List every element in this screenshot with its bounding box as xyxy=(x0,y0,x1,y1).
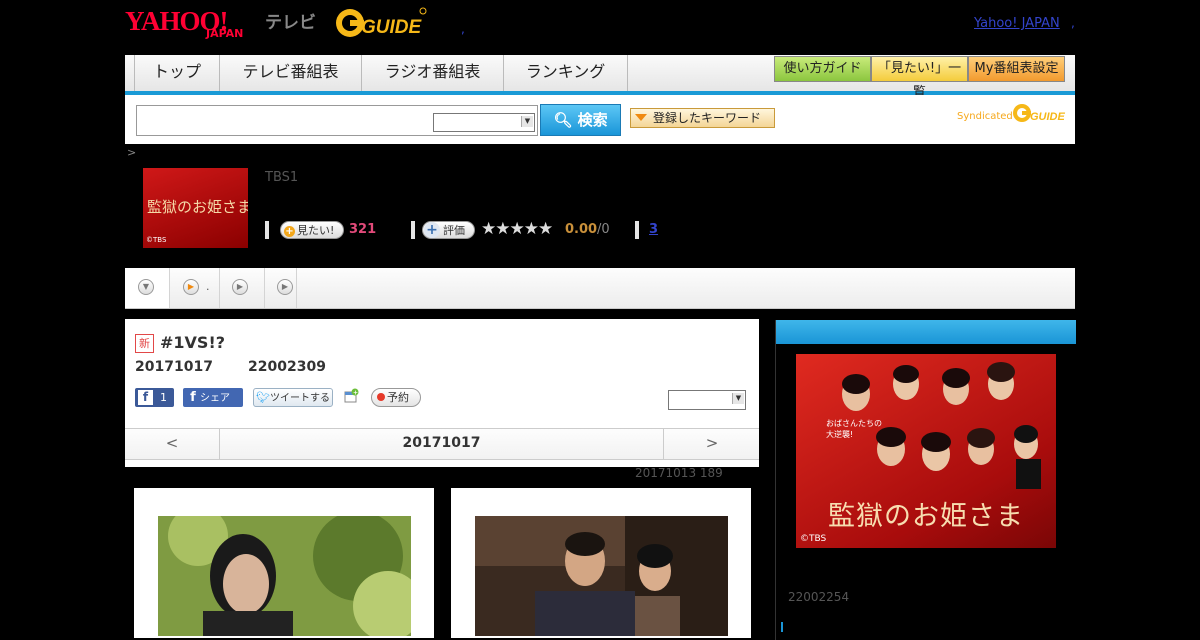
program-thumbnail[interactable]: 監獄のお姫さま ©TBS xyxy=(143,168,248,248)
episode-nav: < 20171017 > xyxy=(125,428,759,460)
plus-icon: + xyxy=(284,226,295,237)
divider xyxy=(635,221,639,239)
poster-slogan: おばさんたちの 大逆襲! xyxy=(826,419,882,439)
episode-photo-1 xyxy=(158,516,411,636)
yahoo-japan-link[interactable]: Yahoo! JAPAN xyxy=(974,16,1060,31)
station-name: TBS1 xyxy=(265,170,299,185)
main-navbar: トップ テレビ番組表 ラジオ番組表 ランキング 使い方ガイド 「見たい!」一覧 … xyxy=(125,55,1075,100)
search-category-select[interactable]: ▼ xyxy=(433,113,535,132)
chevron-down-icon: ▼ xyxy=(521,116,533,127)
tab-2[interactable]: ▶ . xyxy=(170,268,220,308)
search-bar: ▼ 🔍︎ 検索 登録したキーワード Syndicated GUIDE xyxy=(125,95,1075,144)
twitter-bird-icon: 🐦︎ xyxy=(256,391,270,404)
svg-text:GUIDE: GUIDE xyxy=(1030,111,1066,123)
chevron-down-icon: ▼ xyxy=(732,393,744,404)
photo-card-1[interactable] xyxy=(134,488,434,638)
header-separator-2: , xyxy=(1071,16,1075,30)
want-label: 見たい! xyxy=(297,224,335,237)
program-poster[interactable]: おばさんたちの 大逆襲! 監獄のお姫さま ©TBS xyxy=(796,354,1056,548)
search-button[interactable]: 🔍︎ 検索 xyxy=(540,104,621,136)
want-to-watch-button[interactable]: + 見たい! xyxy=(280,221,344,239)
header-separator: , xyxy=(461,22,465,36)
usage-guide-button[interactable]: 使い方ガイド xyxy=(774,56,871,82)
rate-label: 評価 xyxy=(443,224,465,237)
divider xyxy=(265,221,269,239)
search-icon: 🔍︎ xyxy=(553,111,573,129)
facebook-share-button[interactable]: f シェア xyxy=(183,388,243,407)
new-badge: 新 xyxy=(135,334,154,353)
next-episode-button[interactable]: > xyxy=(663,429,760,459)
triangle-down-icon xyxy=(635,114,647,121)
record-icon xyxy=(377,393,385,401)
thumbnail-copyright: ©TBS xyxy=(146,236,167,244)
nav-item-radio-listings[interactable]: ラジオ番組表 xyxy=(362,55,504,91)
registered-keywords-label: 登録したキーワード xyxy=(653,111,762,125)
play-icon: ▶ xyxy=(277,279,293,295)
svg-text:+: + xyxy=(353,390,358,397)
want-count: 321 xyxy=(349,222,377,237)
tab-3[interactable]: ▶ xyxy=(220,268,265,308)
play-icon: ▶ xyxy=(183,279,199,295)
sidebar-header xyxy=(776,320,1076,344)
facebook-like-count: 1 xyxy=(160,391,167,404)
episode-nav-date: 20171017 xyxy=(402,435,481,451)
navbar-left-edge xyxy=(125,55,135,91)
sidebar-accent xyxy=(781,622,783,632)
tab-2-label: . xyxy=(206,280,210,293)
registered-keywords-button[interactable]: 登録したキーワード xyxy=(630,108,775,128)
episode-card: 新 #1VS!? 20171017 22002309 f1 f シェア 🐦︎ツイー… xyxy=(125,319,759,467)
facebook-like-button[interactable]: f1 xyxy=(135,388,174,407)
review-count-link[interactable]: 3 xyxy=(649,222,658,237)
my-listings-settings-button[interactable]: My番組表設定 xyxy=(968,56,1065,82)
facebook-icon: f xyxy=(190,390,196,405)
episode-date: 20171017 xyxy=(135,359,213,375)
updated-info: 20171013 189 xyxy=(635,466,723,480)
chevron-down-icon: ▼ xyxy=(138,279,154,295)
poster-copyright: ©TBS xyxy=(800,534,827,544)
nav-item-tv-listings[interactable]: テレビ番組表 xyxy=(220,55,362,91)
search-button-label: 検索 xyxy=(577,111,608,129)
tv-logo-text[interactable]: テレビ xyxy=(265,8,316,33)
svg-text:GUIDE: GUIDE xyxy=(361,17,423,38)
photo-card-2[interactable] xyxy=(451,488,751,638)
plus-icon: + xyxy=(424,222,440,238)
episode-photo-2 xyxy=(475,516,728,636)
previous-episode-button[interactable]: < xyxy=(125,429,220,459)
thumbnail-title-text: 監獄のお姫さま xyxy=(147,198,248,216)
rating-count: /0 xyxy=(597,222,610,237)
facebook-share-label: シェア xyxy=(200,393,230,404)
rate-button[interactable]: + 評価 xyxy=(422,221,475,239)
want-list-button[interactable]: 「見たい!」一覧 xyxy=(871,56,968,100)
play-icon: ▶ xyxy=(232,279,248,295)
tweet-button[interactable]: 🐦︎ツイートする xyxy=(253,388,333,407)
add-to-calendar-icon[interactable]: + xyxy=(344,388,359,403)
reserve-label: 予約 xyxy=(387,391,409,404)
rating-score: 0.00 xyxy=(565,222,598,237)
tweet-label: ツイートする xyxy=(269,393,330,404)
sidebar: おばさんたちの 大逆襲! 監獄のお姫さま ©TBS 22002254 xyxy=(775,320,1076,640)
nav-item-ranking[interactable]: ランキング xyxy=(504,55,628,91)
yahoo-japan-subtext: JAPAN xyxy=(206,27,244,40)
rating-stars: ★★★★★ xyxy=(481,219,553,239)
reserve-button[interactable]: 予約 xyxy=(371,388,421,407)
program-tabs: ▼ ▶ . ▶ ▶ xyxy=(125,268,1075,309)
tab-4[interactable]: ▶ xyxy=(265,268,297,308)
syndicated-gguide-logo: GUIDE xyxy=(1013,104,1066,123)
divider xyxy=(411,221,415,239)
syndicated-label: Syndicated xyxy=(957,111,1013,122)
episode-select[interactable]: ▼ xyxy=(668,390,746,410)
nav-item-top[interactable]: トップ xyxy=(135,55,220,91)
sidebar-time: 22002254 xyxy=(788,590,850,604)
episode-time: 22002309 xyxy=(248,359,326,375)
gguide-logo[interactable]: GUIDE xyxy=(335,6,427,40)
episode-title: #1VS!? xyxy=(160,333,226,352)
poster-title: 監獄のお姫さま xyxy=(828,501,1024,532)
breadcrumb[interactable]: > xyxy=(127,146,136,159)
facebook-icon: f xyxy=(138,390,153,405)
tab-main[interactable]: ▼ xyxy=(125,268,170,308)
